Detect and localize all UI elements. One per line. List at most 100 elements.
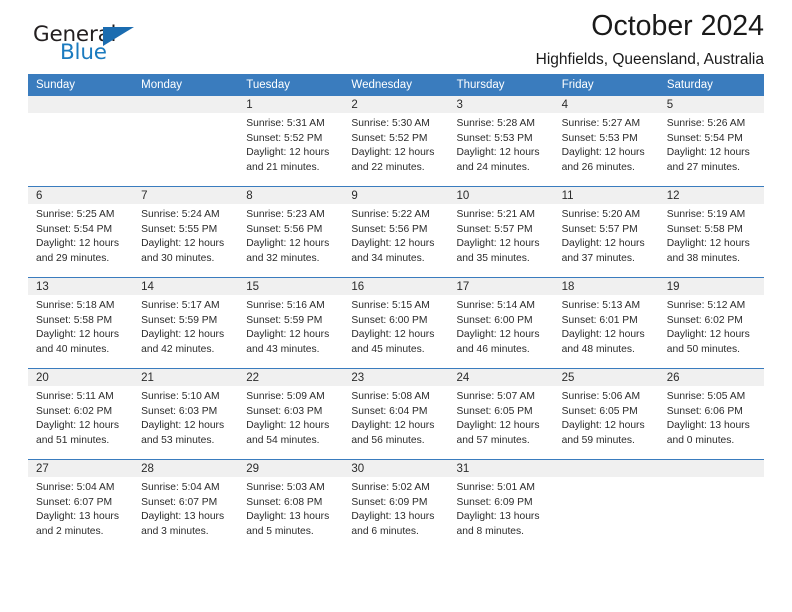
sunrise-text: Sunrise: 5:20 AM	[561, 209, 641, 220]
day-number	[133, 96, 239, 113]
sunrise-text: Sunrise: 5:16 AM	[246, 300, 325, 311]
day-cell[interactable]	[133, 96, 239, 186]
day-cell[interactable]: 30 Sunrise: 5:02 AM Sunset: 6:09 PM Dayligh…	[343, 460, 449, 550]
day-cell[interactable]: 15 Sunrise: 5:16 AM Sunset: 5:59 PM Dayligh…	[238, 278, 344, 368]
day-cell[interactable]: 7 Sunrise: 5:24 AM Sunset: 5:55 PM Daylight…	[133, 187, 239, 277]
day-cell[interactable]	[553, 460, 659, 550]
day-cell[interactable]: 1 Sunrise: 5:31 AM Sunset: 5:52 PM Daylight…	[238, 96, 344, 186]
sunrise-text: Sunrise: 5:31 AM	[246, 118, 325, 129]
day-cell[interactable]: 17 Sunrise: 5:14 AM Sunset: 6:00 PM Dayligh…	[448, 278, 554, 368]
day-cell[interactable]: 25 Sunrise: 5:06 AM Sunset: 6:05 PM Dayligh…	[553, 369, 659, 459]
day-cell[interactable]: 8 Sunrise: 5:23 AM Sunset: 5:56 PM Daylight…	[238, 187, 344, 277]
day-cell[interactable]: 5 Sunrise: 5:26 AM Sunset: 5:54 PM Daylight…	[658, 96, 764, 186]
day-cell[interactable]: 2 Sunrise: 5:30 AM Sunset: 5:52 PM Daylight…	[343, 96, 449, 186]
day-cell[interactable]: 11 Sunrise: 5:20 AM Sunset: 5:57 PM Dayligh…	[553, 187, 659, 277]
sunrise-text: Sunrise: 5:21 AM	[456, 209, 535, 220]
day-cell[interactable]: 6 Sunrise: 5:25 AM Sunset: 5:54 PM Daylight…	[28, 187, 134, 277]
day-cell[interactable]: 19 Sunrise: 5:12 AM Sunset: 6:02 PM Dayligh…	[658, 278, 764, 368]
sunset-text: Sunset: 5:58 PM	[36, 314, 113, 326]
daylight-text-line2: and 48 minutes.	[561, 343, 635, 355]
sunset-text: Sunset: 6:09 PM	[456, 496, 533, 508]
day-cell[interactable]: 22 Sunrise: 5:09 AM Sunset: 6:03 PM Dayligh…	[238, 369, 344, 459]
sunrise-text: Sunrise: 5:15 AM	[351, 300, 430, 311]
weekday-header-saturday: Saturday	[658, 74, 764, 96]
daylight-text-line1: Daylight: 12 hours	[456, 238, 540, 250]
day-cell[interactable]: 29 Sunrise: 5:03 AM Sunset: 6:08 PM Dayligh…	[238, 460, 344, 550]
sunset-text: Sunset: 6:03 PM	[246, 405, 323, 417]
weekday-header-wednesday: Wednesday	[343, 74, 449, 96]
sunset-text: Sunset: 6:06 PM	[666, 405, 743, 417]
day-cell[interactable]: 21 Sunrise: 5:10 AM Sunset: 6:03 PM Dayligh…	[133, 369, 239, 459]
sunset-text: Sunset: 5:53 PM	[561, 132, 638, 144]
daylight-text-line1: Daylight: 12 hours	[456, 329, 540, 341]
title-block: October 2024 Highfields, Queensland, Aus…	[536, 10, 764, 69]
day-cell[interactable]: 9 Sunrise: 5:22 AM Sunset: 5:56 PM Daylight…	[343, 187, 449, 277]
sunset-text: Sunset: 5:52 PM	[351, 132, 428, 144]
day-number: 22	[238, 369, 344, 386]
day-cell[interactable]: 23 Sunrise: 5:08 AM Sunset: 6:04 PM Dayligh…	[343, 369, 449, 459]
daylight-text-line1: Daylight: 12 hours	[561, 147, 645, 159]
day-details: Sunrise: 5:09 AM Sunset: 6:03 PM Daylight:…	[238, 386, 343, 448]
day-number: 29	[238, 460, 344, 477]
day-cell[interactable]: 31 Sunrise: 5:01 AM Sunset: 6:09 PM Dayligh…	[448, 460, 554, 550]
day-number	[658, 460, 764, 477]
brand-logo[interactable]: General Blue	[28, 22, 208, 74]
day-number: 3	[448, 96, 554, 113]
day-cell[interactable]: 13 Sunrise: 5:18 AM Sunset: 5:58 PM Dayligh…	[28, 278, 134, 368]
day-cell[interactable]	[658, 460, 764, 550]
triangle-logo-icon	[103, 27, 134, 46]
daylight-text-line1: Daylight: 12 hours	[456, 420, 540, 432]
day-cell[interactable]: 3 Sunrise: 5:28 AM Sunset: 5:53 PM Daylight…	[448, 96, 554, 186]
day-details: Sunrise: 5:17 AM Sunset: 5:59 PM Daylight:…	[133, 295, 238, 357]
day-cell[interactable]: 10 Sunrise: 5:21 AM Sunset: 5:57 PM Dayligh…	[448, 187, 554, 277]
sunset-text: Sunset: 5:55 PM	[141, 223, 218, 235]
day-cell[interactable]: 18 Sunrise: 5:13 AM Sunset: 6:01 PM Dayligh…	[553, 278, 659, 368]
sunrise-text: Sunrise: 5:06 AM	[561, 391, 641, 402]
sunset-text: Sunset: 6:02 PM	[36, 405, 113, 417]
sunrise-text: Sunrise: 5:26 AM	[666, 118, 746, 129]
day-details	[659, 477, 764, 481]
daylight-text-line2: and 45 minutes.	[351, 343, 425, 355]
day-cell[interactable]: 24 Sunrise: 5:07 AM Sunset: 6:05 PM Dayligh…	[448, 369, 554, 459]
day-cell[interactable]: 14 Sunrise: 5:17 AM Sunset: 5:59 PM Dayligh…	[133, 278, 239, 368]
day-cell[interactable]	[28, 96, 134, 186]
daylight-text-line1: Daylight: 12 hours	[666, 147, 750, 159]
day-number: 4	[553, 96, 659, 113]
daylight-text-line1: Daylight: 12 hours	[246, 420, 330, 432]
daylight-text-line2: and 43 minutes.	[246, 343, 320, 355]
day-details: Sunrise: 5:19 AM Sunset: 5:58 PM Daylight:…	[659, 204, 764, 266]
day-details: Sunrise: 5:21 AM Sunset: 5:57 PM Daylight:…	[449, 204, 554, 266]
day-cell[interactable]: 28 Sunrise: 5:04 AM Sunset: 6:07 PM Dayligh…	[133, 460, 239, 550]
daylight-text-line2: and 40 minutes.	[36, 343, 110, 355]
sunset-text: Sunset: 6:07 PM	[141, 496, 218, 508]
daylight-text-line1: Daylight: 12 hours	[561, 329, 645, 341]
daylight-text-line1: Daylight: 12 hours	[141, 420, 225, 432]
sunrise-text: Sunrise: 5:04 AM	[141, 482, 220, 493]
day-cell[interactable]: 27 Sunrise: 5:04 AM Sunset: 6:07 PM Dayligh…	[28, 460, 134, 550]
day-details: Sunrise: 5:25 AM Sunset: 5:54 PM Daylight:…	[28, 204, 133, 266]
sunrise-text: Sunrise: 5:24 AM	[141, 209, 220, 220]
day-cell[interactable]: 26 Sunrise: 5:05 AM Sunset: 6:06 PM Dayligh…	[658, 369, 764, 459]
day-number	[28, 96, 134, 113]
day-cell[interactable]: 20 Sunrise: 5:11 AM Sunset: 6:02 PM Dayligh…	[28, 369, 134, 459]
day-number: 7	[133, 187, 239, 204]
day-cell[interactable]: 4 Sunrise: 5:27 AM Sunset: 5:53 PM Daylight…	[553, 96, 659, 186]
day-cell[interactable]: 16 Sunrise: 5:15 AM Sunset: 6:00 PM Dayligh…	[343, 278, 449, 368]
week-row: 20 Sunrise: 5:11 AM Sunset: 6:02 PM Dayligh…	[28, 368, 764, 459]
daylight-text-line2: and 56 minutes.	[351, 434, 425, 446]
daylight-text-line2: and 54 minutes.	[246, 434, 320, 446]
daylight-text-line2: and 37 minutes.	[561, 252, 635, 264]
daylight-text-line1: Daylight: 12 hours	[351, 147, 435, 159]
day-details: Sunrise: 5:12 AM Sunset: 6:02 PM Daylight:…	[659, 295, 764, 357]
sunrise-text: Sunrise: 5:07 AM	[456, 391, 535, 402]
day-number: 18	[553, 278, 659, 295]
day-details	[28, 113, 133, 117]
daylight-text-line2: and 50 minutes.	[666, 343, 741, 355]
sunset-text: Sunset: 6:03 PM	[141, 405, 218, 417]
sunset-text: Sunset: 6:01 PM	[561, 314, 638, 326]
daylight-text-line1: Daylight: 12 hours	[36, 238, 119, 250]
sunrise-text: Sunrise: 5:23 AM	[246, 209, 325, 220]
day-details: Sunrise: 5:07 AM Sunset: 6:05 PM Daylight:…	[449, 386, 554, 448]
day-cell[interactable]: 12 Sunrise: 5:19 AM Sunset: 5:58 PM Dayligh…	[658, 187, 764, 277]
sunset-text: Sunset: 5:56 PM	[246, 223, 323, 235]
